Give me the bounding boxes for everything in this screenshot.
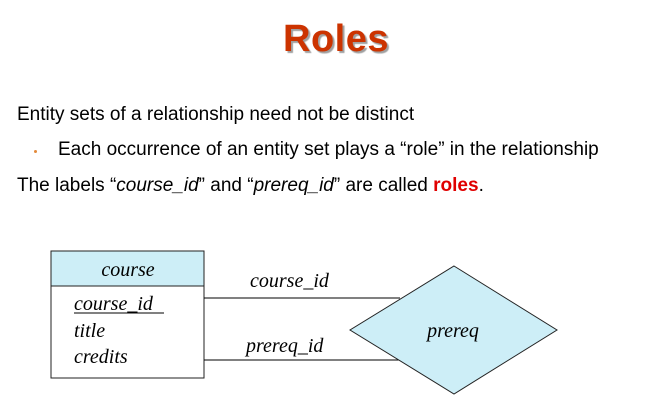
role-label-prereq-id: prereq_id (244, 335, 324, 357)
entity-course: course course_id title credits (50, 250, 205, 379)
relationship-prereq: prereq (349, 265, 558, 395)
er-diagram: course course_id title credits course_id… (50, 250, 558, 395)
relationship-name: prereq (425, 320, 479, 342)
attribute-course-id: course_id (74, 293, 154, 315)
attribute-title: title (74, 320, 105, 342)
attribute-credits: credits (74, 346, 128, 368)
role-label-course-id: course_id (250, 270, 330, 292)
entity-name: course (101, 259, 154, 281)
